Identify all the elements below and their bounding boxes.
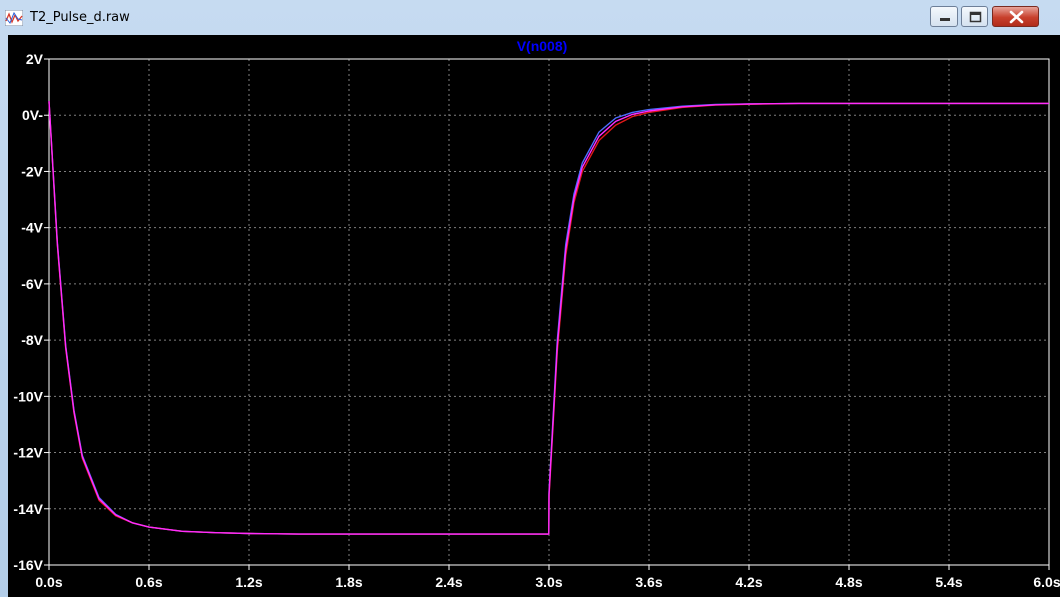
x-tick-label: 0.6s (135, 574, 162, 590)
title-bar[interactable]: T2_Pulse_d.raw (0, 0, 1060, 35)
x-tick-label: 2.4s (435, 574, 462, 590)
y-tick-label: -10V (13, 388, 43, 404)
x-tick-label: 4.2s (735, 574, 762, 590)
minimize-button[interactable] (930, 6, 958, 27)
maximize-button[interactable] (961, 6, 988, 27)
minimize-icon (940, 18, 950, 21)
y-tick-label: -12V (13, 445, 43, 461)
y-tick-label: -6V (21, 276, 43, 292)
close-button[interactable] (992, 6, 1039, 27)
y-tick-label: 2V (26, 51, 44, 67)
waveform-chart: 0.0s 0.6s 1.2s 1.8s 2.4s 3.0s 3.6s 4.2s 4.8s 5.4s… (13, 38, 1060, 590)
maximize-icon (969, 11, 982, 23)
waveform-window: T2_Pulse_d.raw 0.0s 0.6s 1.2s 1.8s 2.4s 3.0s 3… (0, 0, 1060, 597)
window-title: T2_Pulse_d.raw (30, 10, 130, 25)
plot-pane[interactable]: 0.0s 0.6s 1.2s 1.8s 2.4s 3.0s 3.6s 4.2s 4.8s 5.4s… (8, 35, 1060, 597)
x-tick-label: 1.2s (235, 574, 262, 590)
trace-title: V(n008) (517, 38, 568, 54)
x-tick-label: 0.0s (35, 574, 62, 590)
close-icon (1009, 10, 1024, 24)
x-tick-label: 1.8s (335, 574, 362, 590)
y-tick-label: 0V- (22, 107, 43, 123)
x-tick-label: 3.0s (535, 574, 562, 590)
x-tick-label: 6.0s (1033, 574, 1060, 590)
y-tick-label: -8V (21, 332, 43, 348)
x-tick-label: 4.8s (835, 574, 862, 590)
y-tick-label: -14V (13, 501, 43, 517)
y-tick-label: -4V (21, 220, 43, 236)
x-tick-label: 3.6s (635, 574, 662, 590)
x-tick-label: 5.4s (935, 574, 962, 590)
waveform-app-icon (4, 9, 24, 27)
y-tick-label: -16V (13, 557, 43, 573)
y-tick-label: -2V (21, 163, 43, 179)
